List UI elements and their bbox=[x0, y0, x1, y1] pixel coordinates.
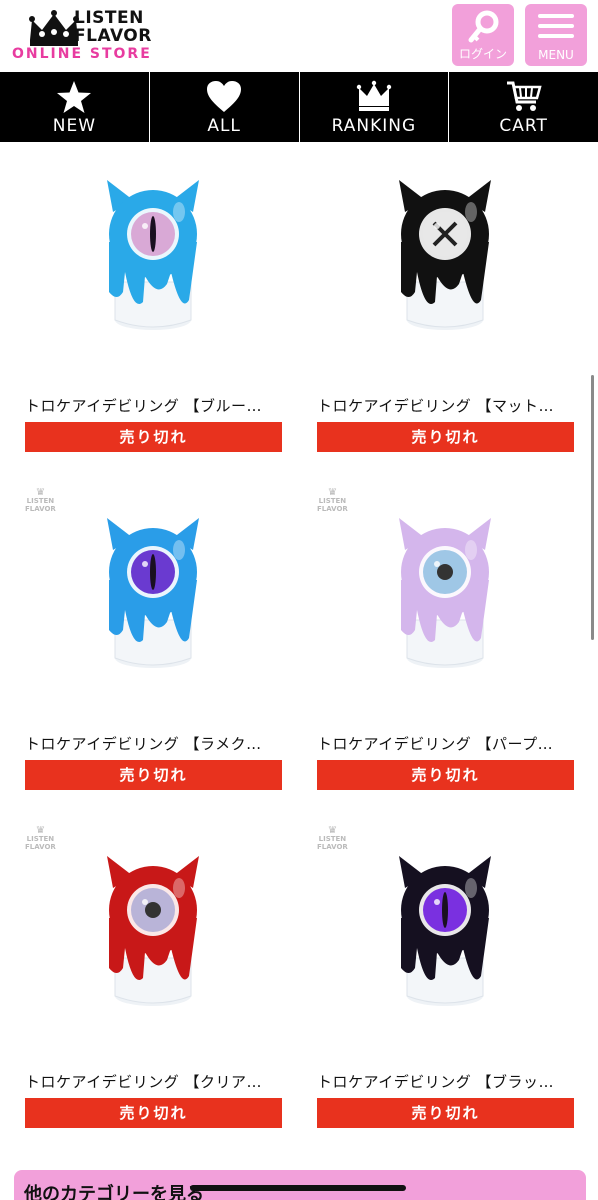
product-image[interactable]: ♛ LISTEN FLAVOR bbox=[317, 488, 574, 718]
product-name[interactable]: トロケアイデビリング 【マット… bbox=[317, 395, 574, 416]
logo-line-2: FLAVOR bbox=[74, 26, 152, 46]
nav-all-label: ALL bbox=[207, 116, 241, 136]
other-categories-label: 他のカテゴリーを見る bbox=[24, 1184, 204, 1200]
ring-illustration bbox=[107, 518, 199, 668]
brand-watermark: ♛ LISTEN FLAVOR bbox=[317, 488, 348, 513]
hamburger-icon bbox=[538, 14, 574, 38]
home-indicator bbox=[190, 1185, 406, 1191]
category-nav: NEW ALL RANKING CART bbox=[0, 72, 598, 142]
product-name[interactable]: トロケアイデビリング 【ラメク… bbox=[25, 733, 282, 754]
store-logo[interactable]: LISTEN FLAVOR ONLINE STORE bbox=[12, 4, 182, 66]
nav-new-label: NEW bbox=[52, 116, 97, 136]
scrollbar[interactable] bbox=[591, 375, 594, 640]
heart-icon bbox=[207, 81, 242, 112]
watermark-line-1: LISTEN bbox=[318, 497, 347, 505]
watermark-line-2: FLAVOR bbox=[25, 505, 56, 513]
login-label: ログイン bbox=[458, 47, 507, 61]
nav-ranking[interactable]: RANKING bbox=[300, 72, 450, 142]
product-image[interactable]: ♛ LISTEN FLAVOR bbox=[25, 826, 282, 1056]
watermark-line-1: LISTEN bbox=[318, 835, 347, 843]
nav-cart-label: CART bbox=[499, 116, 548, 136]
product-name[interactable]: トロケアイデビリング 【ブルー… bbox=[25, 395, 282, 416]
brand-watermark: ♛ LISTEN FLAVOR bbox=[25, 826, 56, 851]
watermark-line-2: FLAVOR bbox=[317, 505, 348, 513]
watermark-line-2: FLAVOR bbox=[25, 843, 56, 851]
watermark-line-2: FLAVOR bbox=[317, 843, 348, 851]
nav-all[interactable]: ALL bbox=[150, 72, 300, 142]
logo-line-1: LISTEN bbox=[74, 8, 144, 28]
sold-out-badge: 売り切れ bbox=[317, 422, 574, 452]
product-name[interactable]: トロケアイデビリング 【パープ… bbox=[317, 733, 574, 754]
sold-out-badge: 売り切れ bbox=[317, 760, 574, 790]
product-image[interactable] bbox=[317, 150, 574, 380]
watermark-line-1: LISTEN bbox=[26, 835, 55, 843]
brand-watermark: ♛ LISTEN FLAVOR bbox=[317, 826, 348, 851]
sold-out-badge: 売り切れ bbox=[317, 1098, 574, 1128]
crown-icon bbox=[356, 80, 392, 111]
brand-watermark: ♛ LISTEN FLAVOR bbox=[25, 488, 56, 513]
nav-cart[interactable]: CART bbox=[449, 72, 598, 142]
sold-out-badge: 売り切れ bbox=[25, 422, 282, 452]
ring-illustration bbox=[399, 518, 491, 668]
login-button[interactable]: ログイン bbox=[452, 4, 514, 66]
ring-illustration bbox=[107, 180, 199, 330]
product-image[interactable] bbox=[25, 150, 282, 380]
watermark-line-1: LISTEN bbox=[26, 497, 55, 505]
key-icon bbox=[468, 10, 499, 43]
product-image[interactable]: ♛ LISTEN FLAVOR bbox=[317, 826, 574, 1056]
site-header: LISTEN FLAVOR ONLINE STORE ログイン MENU bbox=[0, 0, 598, 72]
nav-ranking-label: RANKING bbox=[331, 116, 417, 136]
product-name[interactable]: トロケアイデビリング 【クリア… bbox=[25, 1071, 282, 1092]
sold-out-badge: 売り切れ bbox=[25, 1098, 282, 1128]
nav-new[interactable]: NEW bbox=[0, 72, 150, 142]
star-icon bbox=[57, 81, 92, 113]
logo-line-3: ONLINE STORE bbox=[12, 46, 152, 62]
product-image[interactable]: ♛ LISTEN FLAVOR bbox=[25, 488, 282, 718]
ring-illustration bbox=[399, 856, 491, 1006]
ring-illustration bbox=[107, 856, 199, 1006]
sold-out-badge: 売り切れ bbox=[25, 760, 282, 790]
cart-icon bbox=[506, 81, 542, 111]
menu-button[interactable]: MENU bbox=[525, 4, 587, 66]
ring-illustration bbox=[399, 180, 491, 330]
product-name[interactable]: トロケアイデビリング 【ブラッ… bbox=[317, 1071, 574, 1092]
menu-label: MENU bbox=[538, 48, 574, 62]
